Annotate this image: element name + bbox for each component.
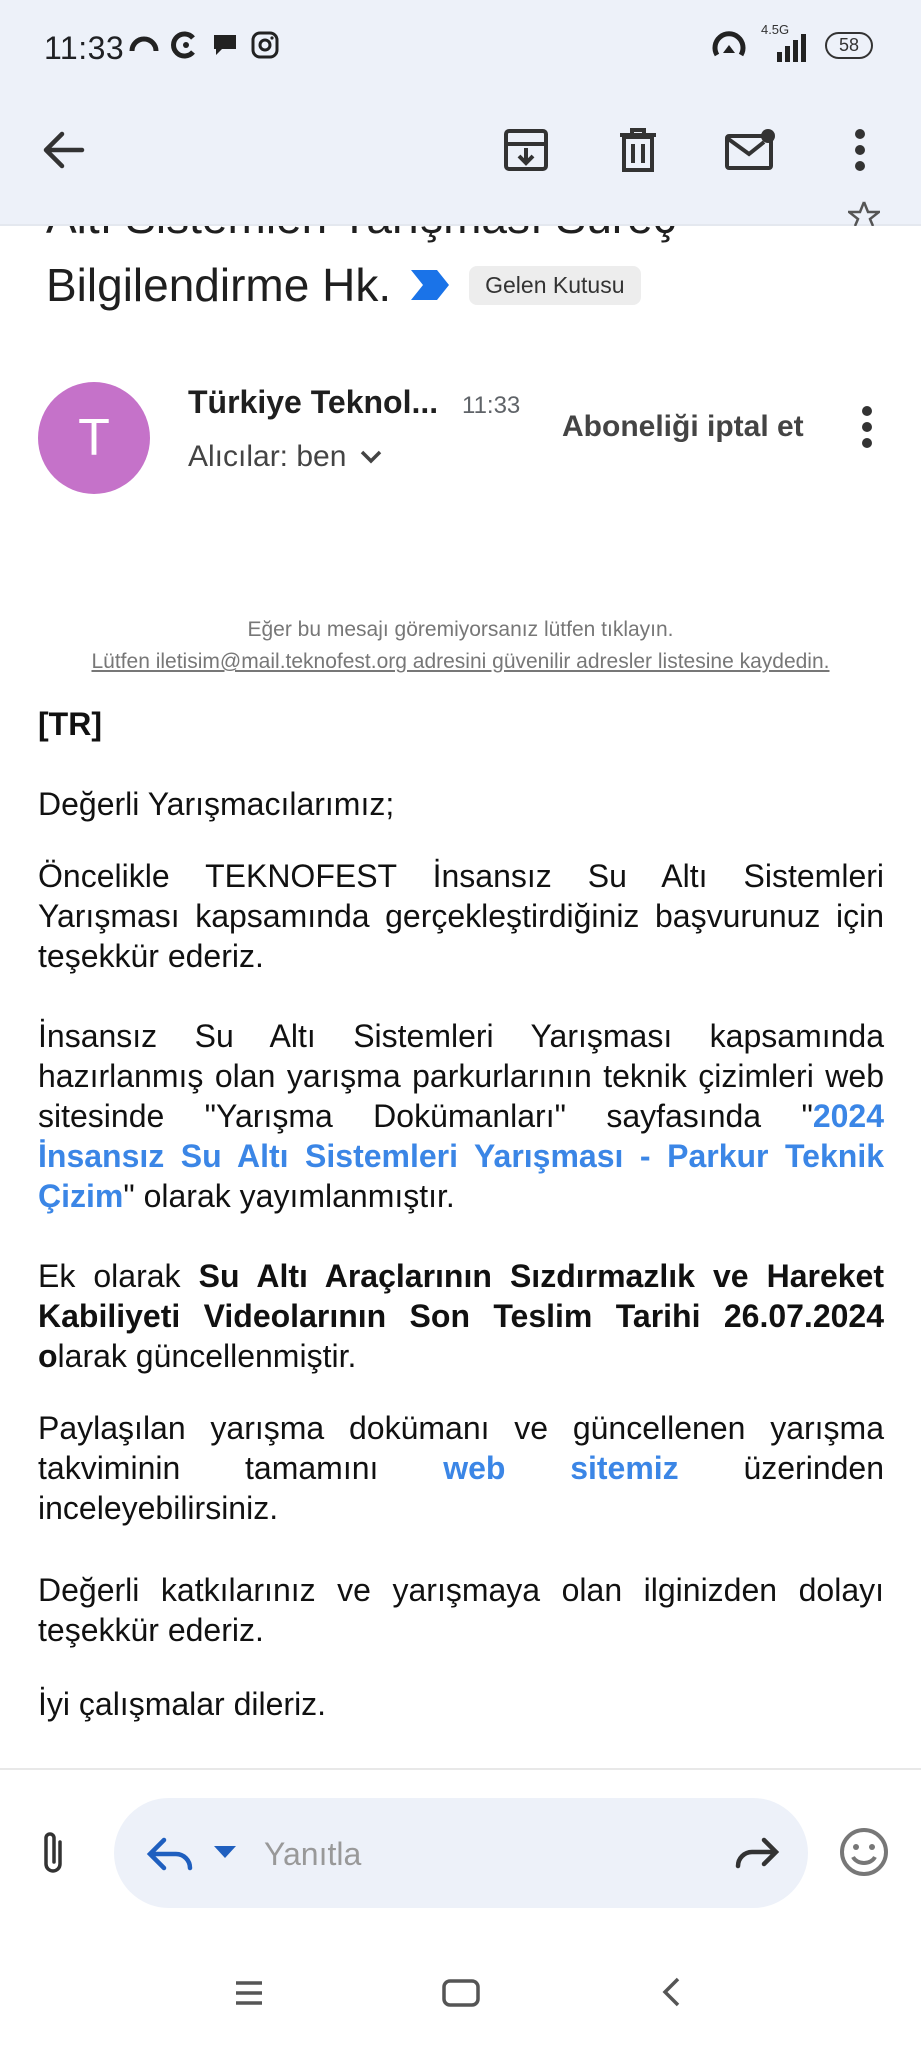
forward-icon	[735, 1837, 780, 1869]
menu-icon	[236, 1981, 262, 2005]
archive-icon	[504, 129, 548, 171]
sender-name[interactable]: Türkiye Teknol...	[188, 384, 438, 421]
message-more-button[interactable]	[860, 405, 874, 454]
reply-input[interactable]: Yanıtla	[264, 1836, 361, 1873]
arrow-back-icon	[43, 131, 85, 169]
recipients-text: Alıcılar: ben	[188, 440, 347, 473]
subject-line-2: Bilgilendirme Hk. Gelen Kutusu	[46, 258, 641, 312]
recipients-toggle[interactable]: Alıcılar: ben	[188, 440, 382, 474]
inbox-label-chip[interactable]: Gelen Kutusu	[469, 265, 641, 305]
paragraph-3: Ek olarak Su Altı Araçlarının Sızdırmazl…	[38, 1256, 884, 1376]
view-in-browser-link[interactable]: Eğer bu mesajı göremiyorsanız lütfen tık…	[0, 614, 921, 646]
battery-indicator: 58	[824, 31, 873, 59]
unsubscribe-button[interactable]: Aboneliği iptal et	[562, 410, 804, 444]
trash-icon	[620, 128, 656, 172]
back-nav-button[interactable]	[660, 1976, 682, 2013]
hotspot-icon	[712, 31, 746, 57]
more-options-button[interactable]	[828, 118, 892, 182]
forward-button[interactable]	[734, 1836, 780, 1879]
recents-button[interactable]	[234, 1980, 264, 2011]
website-link[interactable]: web sitemiz	[443, 1450, 679, 1486]
p2-text-end: " olarak yayımlanmıştır.	[123, 1178, 455, 1214]
caret-down-icon	[214, 1846, 236, 1858]
reply-options-dropdown[interactable]	[212, 1844, 238, 1865]
signal-icon: 4.5G	[761, 22, 811, 62]
more-vert-icon	[855, 129, 865, 171]
chevron-down-icon	[361, 450, 382, 464]
paragraph-1: Öncelikle TEKNOFEST İnsansız Su Altı Sis…	[38, 858, 884, 974]
paragraph-4: Paylaşılan yarışma dokümanı ve güncellen…	[38, 1408, 884, 1528]
signal-bars-icon	[776, 34, 806, 62]
chevron-left-icon	[662, 1977, 680, 2007]
emoji-button[interactable]	[838, 1826, 890, 1883]
greeting: Değerli Yarışmacılarımız;	[38, 786, 395, 822]
p3-text-start: Ek olarak	[38, 1258, 199, 1294]
sender-avatar[interactable]: T	[38, 382, 150, 494]
mark-unread-icon	[725, 129, 775, 170]
reply-button[interactable]	[146, 1834, 194, 1879]
divider	[0, 1768, 921, 1770]
paragraph-5: Değerli katkılarınız ve yarışmaya olan i…	[38, 1572, 884, 1648]
subject-text: Bilgilendirme Hk.	[46, 259, 392, 311]
home-square-icon	[442, 1979, 480, 2007]
attachment-icon	[44, 1832, 62, 1873]
safe-sender-notice[interactable]: Lütfen iletisim@mail.teknofest.org adres…	[0, 646, 921, 678]
instagram-icon	[251, 31, 279, 59]
status-time: 11:33	[44, 30, 125, 66]
importance-marker-icon[interactable]	[409, 268, 451, 302]
email-time: 11:33	[462, 392, 521, 419]
chat-icon	[214, 35, 236, 55]
delete-button[interactable]	[606, 118, 670, 182]
p2-text-start: İnsansız Su Altı Sistemleri Yarışması ka…	[38, 1018, 884, 1134]
closing: İyi çalışmalar dileriz.	[38, 1686, 327, 1722]
paragraph-2: İnsansız Su Altı Sistemleri Yarışması ka…	[38, 1016, 884, 1216]
view-notice: Eğer bu mesajı göremiyorsanız lütfen tık…	[0, 614, 921, 678]
archive-button[interactable]	[494, 118, 558, 182]
notification-icons	[128, 30, 280, 60]
star-icon[interactable]	[848, 200, 880, 226]
back-button[interactable]	[32, 118, 96, 182]
reply-icon	[146, 1837, 193, 1871]
emoji-icon	[840, 1828, 888, 1876]
more-vert-icon	[862, 406, 872, 448]
attach-button[interactable]	[36, 1828, 70, 1883]
home-button[interactable]	[442, 1978, 480, 2013]
p3-text-end: larak güncellenmiştir.	[57, 1338, 357, 1374]
app-bar-shadow	[0, 224, 921, 226]
c-app-icon	[171, 31, 195, 59]
sync-icon	[129, 36, 159, 52]
system-status-icons: 4.5G 58	[711, 22, 873, 62]
lang-tag: [TR]	[38, 706, 102, 742]
mark-unread-button[interactable]	[718, 118, 782, 182]
